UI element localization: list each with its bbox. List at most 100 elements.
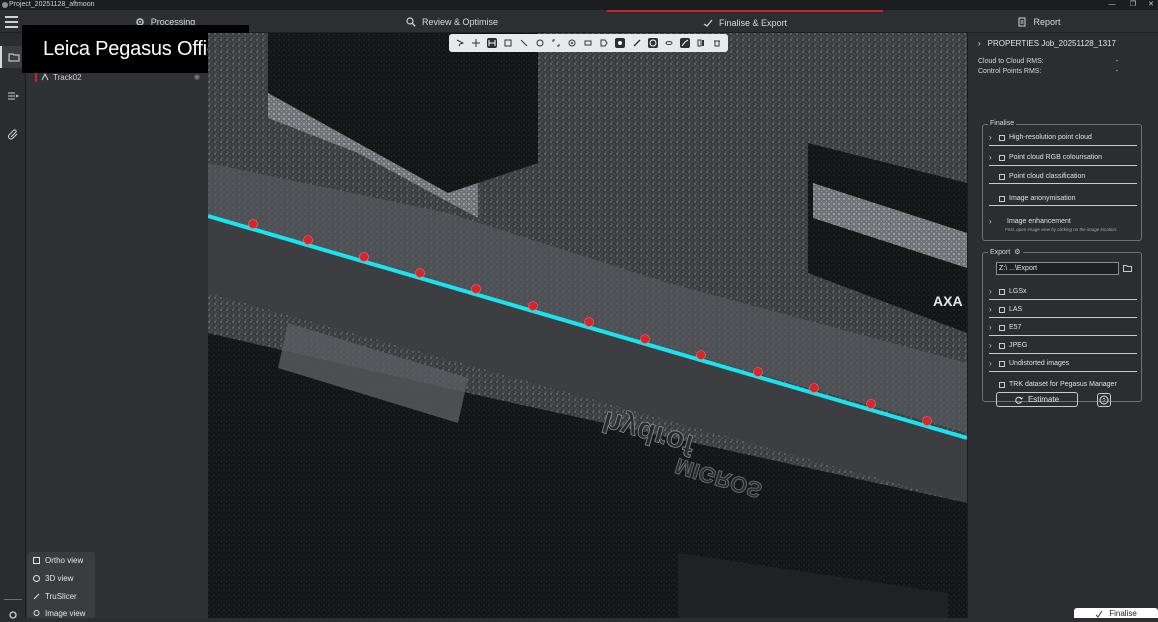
minimize-icon[interactable]: — [1105,0,1119,10]
eye-icon[interactable]: ◉ [194,73,200,81]
finalise-option-anonymisation[interactable]: Image anonymisation [989,195,1137,206]
pick-tool-icon[interactable] [519,38,529,48]
axa-sign: AXA [933,293,963,309]
estimate-button[interactable]: Estimate [996,392,1078,407]
checkbox[interactable] [999,288,1005,295]
control-point-icon[interactable] [647,38,658,48]
checkbox[interactable] [999,342,1005,349]
checkmark-icon [703,19,713,27]
delete-icon[interactable] [712,38,722,48]
chevron-right-icon[interactable]: › [989,323,995,332]
finalise-option-classification[interactable]: Point cloud classification [989,173,1137,184]
finalise-option-rgb[interactable]: › Point cloud RGB colourisation [989,153,1137,166]
slicer-icon [33,593,40,600]
list-panel-button[interactable] [6,89,20,103]
track-icon [41,73,49,81]
rms-label: Control Points RMS: [978,68,1042,75]
viewport-toolbar [449,34,728,52]
settings-button[interactable] [6,608,20,622]
select-tool-icon[interactable] [455,38,465,48]
checkbox[interactable] [999,381,1005,388]
truslicer-item[interactable]: TruSlicer [33,592,77,601]
camera-icon[interactable] [583,38,593,48]
checkbox[interactable] [999,324,1005,331]
link-panel-button[interactable] [6,127,20,141]
left-icon-rail [0,33,26,619]
chevron-right-icon[interactable]: › [989,153,995,162]
help-icon: ? [1099,395,1109,405]
chevron-right-icon[interactable]: › [989,133,995,142]
point-cloud-viewport[interactable]: AXA hydrof MIGROS [208,33,967,618]
export-format-e57[interactable]: › E57 [989,323,1137,336]
track-color-marker [35,72,37,82]
chevron-right-icon[interactable]: › [989,287,995,296]
refresh-icon [1015,396,1023,404]
checkbox[interactable] [999,173,1005,180]
fit-view-icon[interactable] [551,38,561,48]
chevron-right-icon: › [978,39,981,48]
document-icon [1018,17,1026,26]
enhancement-hint: First, open image view by clicking on th… [1005,227,1118,232]
checkbox[interactable] [999,195,1005,202]
folder-icon[interactable] [1123,264,1132,272]
point-tool-icon[interactable] [615,38,626,48]
checkbox[interactable] [999,134,1005,141]
tab-report[interactable]: Report [1008,10,1070,33]
format-label: Undistorted images [1009,360,1070,367]
export-format-lgsx[interactable]: › LGSx [989,287,1137,300]
gear-icon [9,611,17,619]
search-icon [406,16,416,27]
checkbox[interactable] [999,360,1005,367]
properties-header[interactable]: › PROPERTIES Job_20251128_1317 [978,39,1116,48]
properties-title: PROPERTIES Job_20251128_1317 [987,39,1116,48]
export-format-jpeg[interactable]: › JPEG [989,341,1137,354]
export-format-trk[interactable]: TRK dataset for Pegasus Manager [989,381,1137,391]
export-format-las[interactable]: › LAS [989,305,1137,318]
pencil-icon[interactable] [632,38,642,48]
tab-label: Finalise & Export [718,17,788,28]
tab-review-optimise[interactable]: Review & Optimise [402,10,502,33]
export-legend-label: Export [990,248,1011,256]
tag-icon[interactable] [599,38,609,48]
rms-row: Control Points RMS: - [978,68,1148,75]
chevron-right-icon[interactable]: › [989,341,995,350]
chevron-right-icon[interactable]: › [989,217,995,226]
target-icon[interactable] [567,38,577,48]
cube-icon [33,575,40,582]
paperclip-icon [8,129,18,140]
export-path-input[interactable]: Z:\ ...\Export [996,262,1119,275]
move-tool-icon[interactable] [471,38,481,48]
restore-icon[interactable]: ❐ [1126,0,1140,10]
folder-icon [8,53,20,62]
help-button[interactable]: ? [1097,393,1111,407]
3d-view-item[interactable]: 3D view [33,574,73,583]
rms-value: - [1115,58,1118,65]
trajectory-icon[interactable] [679,38,690,48]
rotate-tool-icon[interactable] [535,38,545,48]
split-icon[interactable] [696,38,706,48]
checkbox[interactable] [999,306,1005,313]
view-label: Image view [45,609,86,618]
format-label: JPEG [1009,342,1028,349]
chevron-right-icon[interactable]: › [989,359,995,368]
gear-icon[interactable]: ⚙ [1014,248,1020,256]
finalise-group: Finalise › High-resolution point cloud ›… [982,120,1142,241]
measure-tool-icon[interactable] [487,38,498,48]
close-icon[interactable]: ✕ [1144,0,1158,10]
option-label: Image enhancement [1007,218,1071,225]
chevron-right-icon[interactable]: › [989,305,995,314]
format-label: E57 [1009,324,1022,331]
finalise-button[interactable]: Finalise [1074,608,1158,618]
format-label: LGSx [1009,288,1027,295]
image-view-item[interactable]: Image view [33,609,85,618]
menu-icon[interactable] [5,16,18,28]
estimate-label: Estimate [1027,395,1060,404]
rms-label: Cloud to Cloud RMS: [978,58,1044,65]
finalise-option-high-res[interactable]: › High-resolution point cloud [989,133,1137,146]
link-icon[interactable] [664,38,674,48]
clip-tool-icon[interactable] [503,38,513,48]
ortho-view-item[interactable]: Ortho view [33,556,83,565]
export-format-undistorted[interactable]: › Undistorted images [989,359,1137,372]
checkbox[interactable] [999,154,1005,161]
tab-finalise-export[interactable]: Finalise & Export [607,10,883,33]
